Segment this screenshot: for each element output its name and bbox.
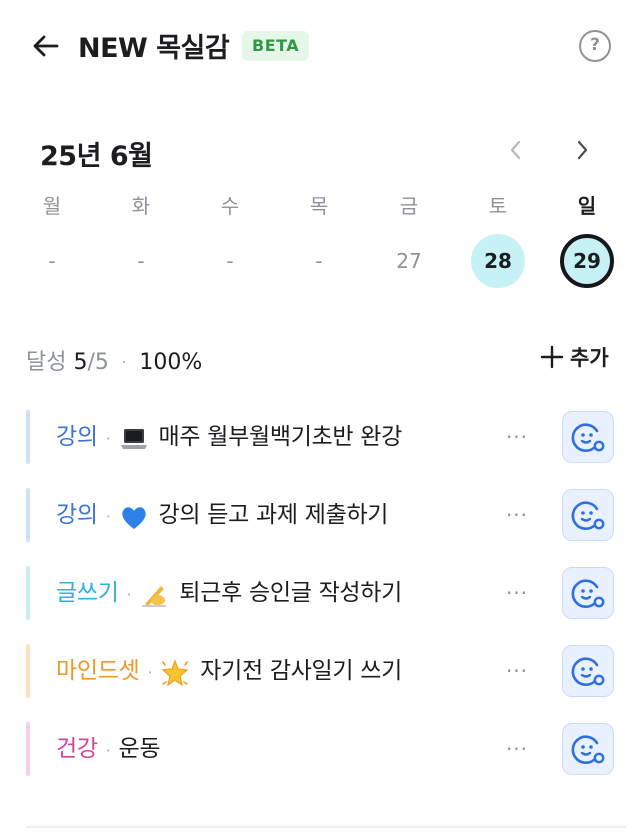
add-task-button[interactable]: 추가 <box>540 342 609 372</box>
smile-check-icon <box>571 501 605 530</box>
writing-hand-icon <box>139 576 169 607</box>
task-title: 자기전 감사일기 쓰기 <box>200 658 403 684</box>
achievement-summary: 달성 5/5 · 100% <box>26 344 202 376</box>
task-category: 글쓰기 <box>56 580 119 606</box>
category-bar <box>26 566 30 620</box>
date-cell: - <box>315 249 323 273</box>
more-options-button[interactable]: ··· <box>502 578 532 608</box>
task-text: 강의 · 강의 듣고 과제 제출하기 <box>56 488 388 542</box>
task-separator: · <box>105 507 111 526</box>
task-item[interactable]: 강의 · 강의 듣고 과제 제출하기 ··· <box>26 488 626 542</box>
date-cell-27[interactable]: 27 <box>382 234 436 288</box>
date-cell: - <box>226 249 234 273</box>
task-text: 마인드셋 · 자기전 감사일기 쓰기 <box>56 644 402 698</box>
more-options-button[interactable]: ··· <box>502 656 532 686</box>
smile-check-icon <box>571 657 605 686</box>
check-emoji-button[interactable] <box>562 489 614 541</box>
smile-check-icon <box>571 735 605 764</box>
date-cell-29-today[interactable]: 29 <box>560 234 614 288</box>
summary-slash: / <box>87 350 95 375</box>
summary-label: 달성 <box>26 350 67 375</box>
date-cell-28-completed[interactable]: 28 <box>471 234 525 288</box>
task-category: 강의 <box>56 424 98 450</box>
next-month-button[interactable] <box>568 136 596 164</box>
check-emoji-button[interactable] <box>562 723 614 775</box>
more-options-button[interactable]: ··· <box>502 500 532 530</box>
glowing-star-icon <box>160 654 190 686</box>
task-item[interactable]: 건강 · 운동 ··· <box>26 722 626 776</box>
category-bar <box>26 722 30 776</box>
task-category: 강의 <box>56 502 98 528</box>
task-category: 건강 <box>56 736 98 762</box>
weekday-thu: 목 <box>309 194 329 218</box>
weekday-row: 월 화 수 목 금 토 일 <box>0 190 640 218</box>
laptop-icon <box>119 420 149 450</box>
category-bar <box>26 410 30 464</box>
task-item[interactable]: 강의 · 매주 월부월백기초반 완강 ··· <box>26 410 626 464</box>
weekday-sun: 일 <box>577 194 597 218</box>
task-separator: · <box>105 741 111 760</box>
task-title: 운동 <box>118 736 161 762</box>
task-item[interactable]: 마인드셋 · 자기전 감사일기 쓰기 ··· <box>26 644 626 698</box>
date-cell: - <box>137 249 145 273</box>
summary-done: 5 <box>73 350 88 375</box>
task-title: 강의 듣고 과제 제출하기 <box>158 502 389 528</box>
arrow-left-icon <box>33 35 59 57</box>
chevron-right-icon <box>577 140 588 160</box>
check-emoji-button[interactable] <box>562 645 614 697</box>
task-separator: · <box>105 429 111 448</box>
task-item[interactable]: 글쓰기 · 퇴근후 승인글 작성하기 ··· <box>26 566 626 620</box>
plus-icon <box>540 345 564 369</box>
help-button[interactable]: ? <box>579 30 611 62</box>
task-separator: · <box>147 663 153 682</box>
category-bar <box>26 644 30 698</box>
previous-month-button[interactable] <box>502 136 530 164</box>
blue-heart-icon <box>119 498 149 529</box>
summary-total: 5 <box>94 350 109 375</box>
month-label: 25년 6월 <box>40 141 153 172</box>
summary-percent: 100% <box>139 350 203 375</box>
more-options-button[interactable]: ··· <box>502 422 532 452</box>
weekday-fri: 금 <box>399 194 419 218</box>
smile-check-icon <box>571 579 605 608</box>
task-separator: · <box>126 585 132 604</box>
weekday-tue: 화 <box>131 194 151 218</box>
check-emoji-button[interactable] <box>562 411 614 463</box>
page-title: NEW 목실감 <box>78 33 230 64</box>
weekday-wed: 수 <box>220 194 240 218</box>
beta-badge: BETA <box>242 31 310 61</box>
date-row: - - - - 27 28 29 <box>0 234 640 288</box>
app-header: NEW 목실감 BETA ? <box>0 0 640 92</box>
task-category: 마인드셋 <box>56 658 140 684</box>
more-options-button[interactable]: ··· <box>502 734 532 764</box>
task-text: 글쓰기 · 퇴근후 승인글 작성하기 <box>56 566 402 620</box>
check-emoji-button[interactable] <box>562 567 614 619</box>
chevron-left-icon <box>510 140 521 160</box>
add-task-label: 추가 <box>570 346 609 370</box>
category-bar <box>26 488 30 542</box>
date-cell: - <box>48 249 56 273</box>
weekday-mon: 월 <box>42 194 62 218</box>
task-text: 강의 · 매주 월부월백기초반 완강 <box>56 410 402 464</box>
back-button[interactable] <box>28 28 64 64</box>
smile-check-icon <box>571 423 605 452</box>
task-title: 매주 월부월백기초반 완강 <box>158 424 403 450</box>
bottom-divider <box>26 826 626 828</box>
weekday-sat: 토 <box>488 194 508 218</box>
summary-separator: · <box>121 355 127 371</box>
task-title: 퇴근후 승인글 작성하기 <box>179 580 403 606</box>
task-text: 건강 · 운동 <box>56 722 161 776</box>
